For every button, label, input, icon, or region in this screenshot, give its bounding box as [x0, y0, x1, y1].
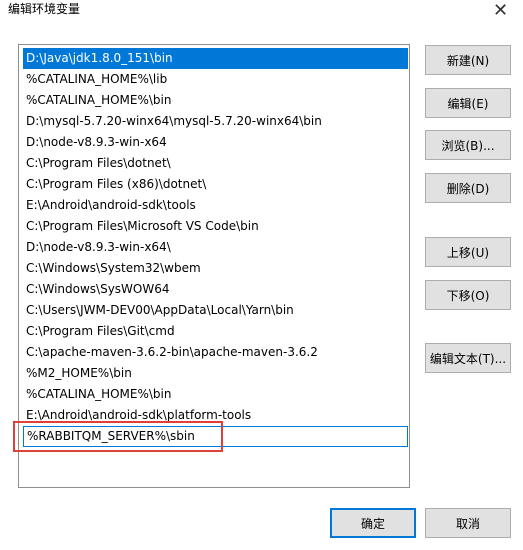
list-item[interactable]: D:\Java\jdk1.8.0_151\bin [23, 48, 408, 69]
list-item[interactable]: C:\apache-maven-3.6.2-bin\apache-maven-3… [19, 342, 409, 363]
edit-button[interactable]: 编辑(E) [425, 88, 511, 118]
list-item[interactable]: %CATALINA_HOME%\bin [19, 384, 409, 405]
list-item[interactable]: %M2_HOME%\bin [19, 363, 409, 384]
list-item[interactable]: C:\Program Files\Microsoft VS Code\bin [19, 216, 409, 237]
list-item[interactable]: E:\Android\android-sdk\tools [19, 195, 409, 216]
new-button[interactable]: 新建(N) [425, 45, 511, 75]
list-item[interactable]: D:\node-v8.9.3-win-x64 [19, 132, 409, 153]
list-item[interactable]: C:\Program Files (x86)\dotnet\ [19, 174, 409, 195]
list-item[interactable]: %CATALINA_HOME%\lib [19, 69, 409, 90]
list-item[interactable]: D:\node-v8.9.3-win-x64\ [19, 237, 409, 258]
list-item[interactable]: C:\Program Files\dotnet\ [19, 153, 409, 174]
list-item[interactable]: C:\Users\JWM-DEV00\AppData\Local\Yarn\bi… [19, 300, 409, 321]
edit-environment-variable-dialog: 编辑环境变量 ✕ D:\Java\jdk1.8.0_151\bin %CATALI… [0, 0, 523, 550]
window-title: 编辑环境变量 [8, 2, 81, 16]
browse-button[interactable]: 浏览(B)... [425, 130, 511, 160]
path-list[interactable]: D:\Java\jdk1.8.0_151\bin %CATALINA_HOME%\… [18, 44, 410, 488]
list-item[interactable]: C:\Windows\System32\wbem [19, 258, 409, 279]
close-icon[interactable]: ✕ [478, 0, 523, 22]
move-down-button[interactable]: 下移(O) [425, 280, 511, 310]
list-item[interactable]: C:\Program Files\Git\cmd [19, 321, 409, 342]
title-bar[interactable]: 编辑环境变量 ✕ [0, 0, 523, 30]
edit-text-button[interactable]: 编辑文本(T)... [425, 343, 511, 373]
delete-button[interactable]: 删除(D) [425, 173, 511, 203]
list-item[interactable]: C:\Windows\SysWOW64 [19, 279, 409, 300]
list-item[interactable]: %RABBITQM_SERVER%\sbin [23, 426, 408, 447]
ok-button[interactable]: 确定 [330, 508, 416, 538]
move-up-button[interactable]: 上移(U) [425, 237, 511, 267]
list-item[interactable]: E:\Android\android-sdk\platform-tools [19, 405, 409, 426]
cancel-button[interactable]: 取消 [425, 508, 511, 538]
list-item[interactable]: D:\mysql-5.7.20-winx64\mysql-5.7.20-winx… [19, 111, 409, 132]
list-item[interactable]: %CATALINA_HOME%\bin [19, 90, 409, 111]
